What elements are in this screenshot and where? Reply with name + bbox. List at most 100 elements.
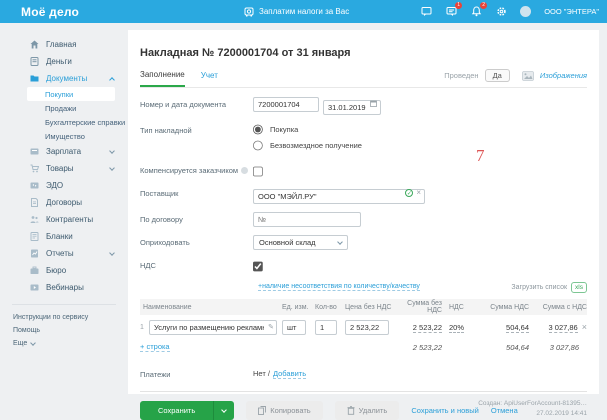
- mismatch-link[interactable]: +наличие несоответствия по количеству/ка…: [258, 283, 420, 291]
- promo-link[interactable]: Заплатим налоги за Вас: [244, 0, 349, 23]
- type-option-purchase: Покупка: [270, 125, 298, 134]
- chevron-down-icon: [109, 165, 115, 171]
- col-name: Наименование: [140, 304, 282, 311]
- delete-button[interactable]: Удалить: [335, 401, 400, 420]
- add-row-link[interactable]: + строка: [140, 342, 170, 352]
- chat-icon[interactable]: 1: [445, 6, 457, 18]
- sidebar-item-bureau[interactable]: Бюро: [0, 262, 128, 279]
- doc-number-input[interactable]: [253, 97, 319, 112]
- col-qty: Кол-во: [315, 304, 345, 311]
- sidebar-subitem-purchases[interactable]: Покупки: [27, 87, 115, 101]
- item-unit-input[interactable]: [282, 320, 306, 335]
- calendar-icon[interactable]: [370, 100, 377, 107]
- type-radio-purchase[interactable]: [253, 125, 263, 135]
- sidebar-link-more[interactable]: Еще: [0, 337, 128, 350]
- tab-fill[interactable]: Заполнение: [140, 70, 185, 87]
- sidebar-item-goods[interactable]: Товары: [0, 160, 128, 177]
- copy-button[interactable]: Копировать: [246, 401, 322, 420]
- sidebar-link-instructions[interactable]: Инструкции по сервису: [0, 311, 128, 324]
- people-icon: [30, 215, 39, 224]
- chevron-down-icon: [30, 340, 36, 346]
- item-qty-input[interactable]: [315, 320, 337, 335]
- sidebar: Главная Деньги Документы Покупки Продажи…: [0, 23, 128, 405]
- sidebar-item-counterparties[interactable]: Контрагенты: [0, 211, 128, 228]
- form-row-doc-number: Номер и дата документа: [140, 97, 587, 115]
- gear-icon[interactable]: [495, 6, 507, 18]
- contract-input[interactable]: [253, 212, 361, 227]
- sidebar-item-salary[interactable]: Зарплата: [0, 143, 128, 160]
- item-vat-rate[interactable]: 20%: [449, 323, 464, 333]
- compensated-checkbox[interactable]: [253, 167, 263, 177]
- item-price-input[interactable]: [345, 320, 389, 335]
- sidebar-item-money[interactable]: Деньги: [0, 53, 128, 70]
- sidebar-link-help[interactable]: Помощь: [0, 324, 128, 337]
- sidebar-item-edo[interactable]: ЭДО: [0, 177, 128, 194]
- type-radio-gratuitous[interactable]: [253, 141, 263, 151]
- item-name-input[interactable]: [149, 320, 277, 335]
- payments-add-link[interactable]: Добавить: [273, 369, 306, 379]
- table-links-row: +наличие несоответствия по количеству/ка…: [140, 281, 587, 293]
- sidebar-item-webinars[interactable]: Вебинары: [0, 279, 128, 296]
- chat-badge: 1: [455, 2, 462, 9]
- info-icon[interactable]: [241, 167, 248, 174]
- vat-label: НДС: [140, 258, 253, 270]
- save-dropdown-button[interactable]: [213, 401, 234, 420]
- exchange-icon: [30, 181, 39, 190]
- payments-value: Нет /: [253, 369, 270, 379]
- total-with-vat: 3 027,86: [529, 343, 587, 352]
- avatar[interactable]: [520, 6, 531, 17]
- images-link[interactable]: Изображения: [540, 71, 587, 80]
- sidebar-subitem-accounting-refs[interactable]: Бухгалтерские справки: [0, 115, 128, 129]
- sidebar-subitem-property[interactable]: Имущество: [0, 129, 128, 143]
- form-row-compensated: Компенсируется заказчиком: [140, 163, 587, 178]
- edit-pencil-icon[interactable]: ✎: [268, 323, 274, 331]
- item-sum-no-vat[interactable]: 2 523,22: [413, 323, 442, 333]
- upload-list-label: Загрузить список: [511, 284, 567, 291]
- delete-row-icon[interactable]: ×: [582, 322, 587, 332]
- type-label: Тип накладной: [140, 123, 253, 135]
- item-total[interactable]: 3 027,86: [549, 323, 578, 333]
- form-row-type: Тип накладной Покупка Безвозмездное полу…: [140, 123, 587, 155]
- chevron-down-icon: [109, 250, 115, 256]
- bell-badge: 2: [480, 2, 487, 9]
- items-table: Наименование Ед. изм. Кол-во Цена без НД…: [140, 299, 587, 355]
- warehouse-select[interactable]: Основной склад: [253, 235, 348, 250]
- col-total: Сумма с НДС: [529, 304, 587, 311]
- sidebar-item-documents[interactable]: Документы: [0, 70, 128, 87]
- page-title: Накладная № 7200001704 от 31 января: [140, 47, 587, 59]
- form-row-warehouse: Оприходовать Основной склад: [140, 235, 587, 250]
- bell-icon[interactable]: 2: [470, 6, 482, 18]
- item-vat-sum[interactable]: 504,64: [506, 323, 529, 333]
- save-and-new-link[interactable]: Сохранить и новый: [411, 406, 479, 415]
- app-logo[interactable]: Моё дело: [21, 5, 79, 19]
- supplier-input[interactable]: [253, 189, 425, 204]
- sidebar-item-reports[interactable]: Отчеты: [0, 245, 128, 262]
- col-vat-sum: Сумма НДС: [475, 304, 529, 311]
- chevron-down-icon: [109, 148, 115, 154]
- total-vat-sum: 504,64: [475, 343, 529, 352]
- sidebar-divider: [12, 304, 116, 305]
- upload-xls-button[interactable]: xls: [571, 282, 587, 293]
- tab-account[interactable]: Учет: [201, 71, 218, 86]
- payments-row: Платежи Нет / Добавить: [140, 369, 587, 379]
- account-name[interactable]: ООО "ЭНТЕРА": [544, 7, 599, 16]
- briefcase-icon: [30, 266, 39, 275]
- sidebar-item-contracts[interactable]: Договоры: [0, 194, 128, 211]
- sidebar-item-main[interactable]: Главная: [0, 36, 128, 53]
- messages-icon[interactable]: [420, 6, 432, 18]
- supplier-label: Поставщик: [140, 186, 253, 198]
- vat-checkbox[interactable]: [253, 262, 263, 272]
- sidebar-subitem-sales[interactable]: Продажи: [0, 101, 128, 115]
- sidebar-item-blanks[interactable]: Бланки: [0, 228, 128, 245]
- form-icon: [30, 232, 39, 241]
- total-sum-no-vat: 2 523,22: [392, 343, 442, 352]
- clear-supplier-icon[interactable]: ×: [416, 189, 421, 197]
- footer-actions: Сохранить Копировать Удалить Сохранить и…: [140, 391, 587, 420]
- image-icon: [522, 71, 534, 81]
- compensated-label: Компенсируется заказчиком: [140, 166, 238, 175]
- warehouse-label: Оприходовать: [140, 235, 253, 247]
- save-button[interactable]: Сохранить: [140, 401, 234, 420]
- posted-label: Проведен: [444, 71, 478, 80]
- posted-toggle-button[interactable]: Да: [485, 69, 510, 82]
- main-panel: Накладная № 7200001704 от 31 января Запо…: [128, 30, 599, 394]
